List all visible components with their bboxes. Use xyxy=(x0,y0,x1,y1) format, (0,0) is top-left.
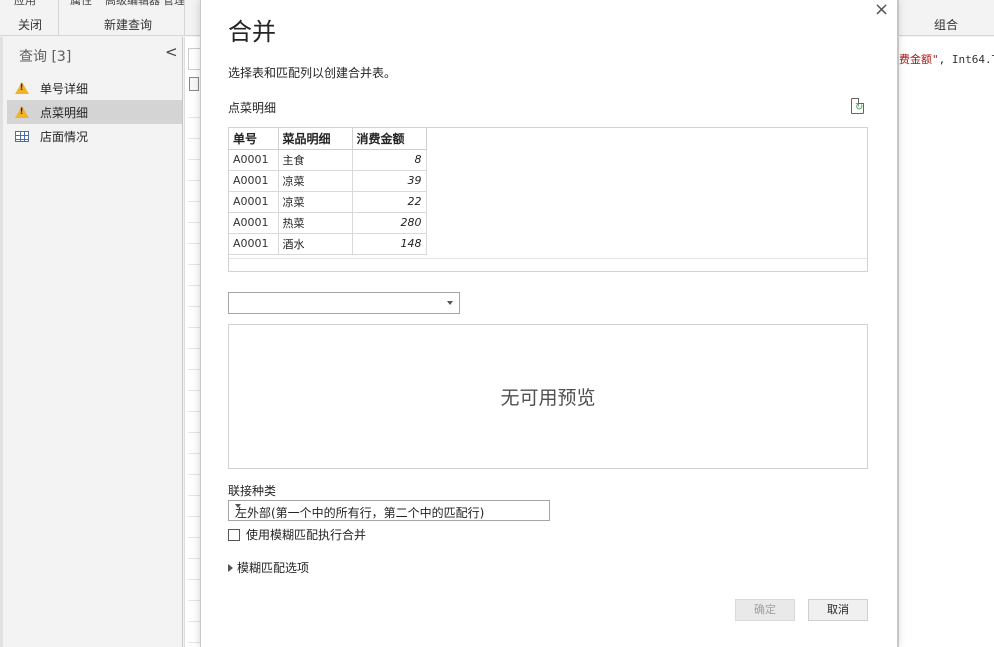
table-cell: 148 xyxy=(351,232,427,255)
close-ribbon-button[interactable]: 关闭 xyxy=(18,16,42,33)
preview-table: 单号 菜品明细 消费金额 A0001 主食 8 A0001 凉菜 39 A000… xyxy=(229,128,427,255)
cancel-button[interactable]: 取消 xyxy=(808,599,868,621)
table-cell: A0001 xyxy=(229,211,279,234)
fuzzy-match-checkbox[interactable] xyxy=(228,528,240,541)
query-item[interactable]: 店面情况 xyxy=(7,124,182,148)
column-header-icon xyxy=(189,77,199,91)
fuzzy-options-label: 模糊匹配选项 xyxy=(237,561,310,575)
table-cell: 39 xyxy=(351,169,427,192)
first-table-preview: 单号 菜品明细 消费金额 A0001 主食 8 A0001 凉菜 39 A000… xyxy=(228,127,868,272)
join-kind-label: 联接种类 xyxy=(228,484,277,498)
expand-arrow-icon xyxy=(228,563,233,572)
table-header-row: 单号 菜品明细 消费金额 xyxy=(229,128,427,150)
chevron-down-icon xyxy=(235,504,241,508)
table-cell: 酒水 xyxy=(277,232,353,255)
query-item-label: 单号详细 xyxy=(40,81,89,96)
query-item-selected[interactable]: 点菜明细 xyxy=(7,100,182,124)
ribbon-cut-label: 应用 xyxy=(14,0,36,7)
column-header[interactable]: 菜品明细 xyxy=(277,128,353,150)
table-cell: 22 xyxy=(351,190,427,213)
ok-button[interactable]: 确定 xyxy=(735,599,795,621)
ribbon-separator xyxy=(58,0,59,36)
table-cell: 主食 xyxy=(277,148,353,171)
ribbon-separator xyxy=(898,0,899,36)
combine-ribbon-button[interactable]: 组合 xyxy=(934,16,958,33)
preview-divider xyxy=(229,258,867,259)
table-row: A0001 酒水 148 xyxy=(229,232,427,255)
table-row: A0001 热菜 280 xyxy=(229,211,427,234)
dialog-title: 合并 xyxy=(228,18,276,46)
formula-area: 费金额", Int64.T xyxy=(898,37,994,647)
refresh-preview-icon[interactable] xyxy=(851,98,864,114)
no-preview-message: 无可用预览 xyxy=(500,387,596,409)
queries-pane: 查询 [3] < 单号详细 点菜明细 店面情况 xyxy=(0,37,183,647)
ribbon-cut-label: 管理 xyxy=(163,0,185,7)
column-header[interactable]: 单号 xyxy=(229,128,279,150)
new-query-ribbon-button[interactable]: 新建查询 xyxy=(104,16,152,33)
merge-dialog: × 合并 选择表和匹配列以创建合并表。 点菜明细 单号 菜品明细 消费金额 A0… xyxy=(200,0,898,647)
ribbon-cut-label: 属性 xyxy=(70,0,92,7)
query-item[interactable]: 单号详细 xyxy=(7,76,182,100)
warning-icon xyxy=(13,81,30,95)
table-row: A0001 主食 8 xyxy=(229,148,427,171)
table-cell: 凉菜 xyxy=(277,169,353,192)
ribbon-cut-label: 高级编辑器 xyxy=(105,0,160,7)
table-cell: 凉菜 xyxy=(277,190,353,213)
table-cell: A0001 xyxy=(229,169,279,192)
column-header[interactable]: 消费金额 xyxy=(351,128,427,150)
close-icon[interactable]: × xyxy=(874,0,889,20)
warning-icon xyxy=(13,105,30,119)
formula-text: 费金额", Int64.T xyxy=(899,51,994,67)
table-row: A0001 凉菜 22 xyxy=(229,190,427,213)
table-cell: A0001 xyxy=(229,190,279,213)
ribbon-separator xyxy=(184,0,185,36)
fuzzy-match-option[interactable]: 使用模糊匹配执行合并 xyxy=(228,526,366,543)
collapse-pane-icon[interactable]: < xyxy=(165,43,178,61)
query-item-label: 店面情况 xyxy=(40,129,89,144)
second-table-select[interactable] xyxy=(228,292,460,314)
queries-pane-title: 查询 [3] xyxy=(19,49,72,65)
join-kind-select[interactable]: 左外部(第一个中的所有行，第二个中的匹配行) xyxy=(228,500,550,521)
table-icon xyxy=(13,129,30,143)
second-table-preview: 无可用预览 xyxy=(228,324,868,469)
formula-string: 费金额" xyxy=(899,53,939,66)
dialog-description: 选择表和匹配列以创建合并表。 xyxy=(228,66,397,80)
table-cell: 热菜 xyxy=(277,211,353,234)
join-kind-value: 左外部(第一个中的所有行，第二个中的匹配行) xyxy=(235,506,485,520)
chevron-down-icon xyxy=(447,301,453,305)
table-cell: 8 xyxy=(351,148,427,171)
fuzzy-options-expander[interactable]: 模糊匹配选项 xyxy=(228,559,309,576)
query-item-label: 点菜明细 xyxy=(40,105,89,120)
table-cell: A0001 xyxy=(229,232,279,255)
table-cell: A0001 xyxy=(229,148,279,171)
first-table-label: 点菜明细 xyxy=(228,101,277,115)
table-row: A0001 凉菜 39 xyxy=(229,169,427,192)
table-cell: 280 xyxy=(351,211,427,234)
background-grid xyxy=(184,37,201,647)
fuzzy-match-label: 使用模糊匹配执行合并 xyxy=(246,528,367,542)
formula-rest: , Int64.T xyxy=(938,53,994,66)
